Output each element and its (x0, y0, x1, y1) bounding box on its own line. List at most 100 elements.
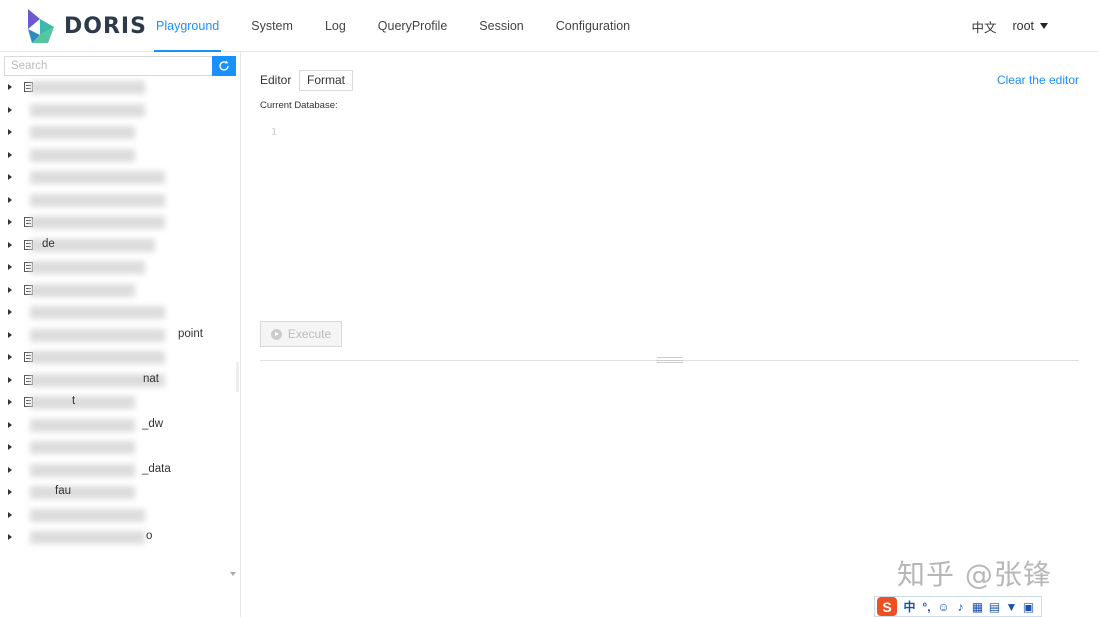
tree-item[interactable] (0, 346, 230, 369)
tree-item[interactable] (0, 76, 230, 99)
tree-item[interactable] (0, 189, 230, 212)
microphone-icon[interactable]: ♪ (952, 598, 969, 615)
caret-right-icon[interactable] (8, 511, 12, 518)
nav-queryprofile[interactable]: QueryProfile (362, 0, 463, 52)
tree-item[interactable] (0, 256, 230, 279)
caret-right-icon[interactable] (8, 309, 12, 316)
nav-playground[interactable]: Playground (140, 0, 235, 52)
caret-right-icon[interactable] (8, 534, 12, 541)
tree-item[interactable]: _dw (0, 414, 230, 437)
caret-right-icon[interactable] (8, 331, 12, 338)
scroll-down-icon[interactable] (230, 572, 236, 576)
refresh-button[interactable] (212, 56, 236, 76)
watermark: 知乎 @张锋 (897, 558, 1052, 591)
nav-configuration[interactable]: Configuration (540, 0, 646, 52)
tree-item[interactable] (0, 301, 230, 324)
redacted-name (30, 261, 145, 274)
caret-right-icon[interactable] (8, 219, 12, 226)
redacted-name (30, 418, 135, 432)
tree-item[interactable]: nat (0, 369, 230, 392)
caret-right-icon[interactable] (8, 264, 12, 271)
tree-item[interactable]: _data (0, 459, 230, 482)
top-right-controls: 中文 root (971, 0, 1048, 52)
doris-logo-icon (28, 9, 54, 43)
redacted-name (30, 193, 165, 207)
search-bar (4, 56, 236, 76)
tree-item-label: point (178, 327, 203, 340)
caret-right-icon[interactable] (8, 286, 12, 293)
nav-log[interactable]: Log (309, 0, 362, 52)
tree-item[interactable] (0, 279, 230, 302)
caret-right-icon[interactable] (8, 354, 12, 361)
tree-item[interactable] (0, 144, 230, 167)
punctuation-icon[interactable]: °, (918, 598, 935, 615)
search-input[interactable] (4, 56, 212, 76)
user-name: root (1012, 19, 1034, 33)
redacted-name (30, 306, 165, 319)
doris-logo[interactable]: DORIS (26, 7, 147, 45)
redacted-name (30, 351, 165, 364)
caret-right-icon[interactable] (8, 241, 12, 248)
caret-right-icon[interactable] (8, 129, 12, 136)
tree-item[interactable] (0, 211, 230, 234)
tree-item-label: fau (55, 485, 71, 497)
redacted-name (30, 126, 135, 139)
tree-item[interactable] (0, 166, 230, 189)
caret-right-icon[interactable] (8, 489, 12, 496)
caret-right-icon[interactable] (8, 444, 12, 451)
tree-item[interactable]: o (0, 526, 230, 549)
skin-icon[interactable]: ▼ (1003, 598, 1020, 615)
redacted-name (30, 171, 165, 184)
ime-logo[interactable]: S (877, 597, 897, 616)
language-switch[interactable]: 中文 (971, 17, 996, 36)
main-nav: Playground System Log QueryProfile Sessi… (140, 0, 646, 52)
redacted-name (30, 486, 135, 499)
redacted-name (30, 508, 145, 522)
tree-item[interactable]: point (0, 324, 230, 347)
redacted-name (30, 216, 165, 229)
caret-right-icon[interactable] (8, 151, 12, 158)
user-menu[interactable]: root (1012, 19, 1048, 33)
database-sidebar: de point nat t _dw _datafau o (0, 52, 241, 617)
redacted-name (30, 81, 145, 94)
toolbox-icon[interactable]: ▤ (986, 598, 1003, 615)
sql-editor[interactable] (281, 122, 1071, 312)
caret-right-icon[interactable] (8, 399, 12, 406)
panel-drag-handle[interactable] (657, 357, 683, 363)
grid-icon[interactable]: ▣ (1020, 598, 1037, 615)
caret-right-icon[interactable] (8, 466, 12, 473)
caret-right-icon[interactable] (8, 376, 12, 383)
redacted-name (30, 531, 145, 544)
caret-right-icon[interactable] (8, 196, 12, 203)
redacted-name (30, 328, 165, 342)
format-button[interactable]: Format (299, 70, 354, 91)
caret-right-icon[interactable] (8, 174, 12, 181)
nav-system[interactable]: System (235, 0, 309, 52)
clear-editor-link[interactable]: Clear the editor (997, 73, 1079, 87)
current-database-label: Current Database: (260, 100, 338, 111)
ime-lang-toggle[interactable]: 中 (901, 598, 918, 615)
tree-item[interactable] (0, 436, 230, 459)
top-navbar: DORIS Playground System Log QueryProfile… (0, 0, 1098, 52)
tree-item-label: o (146, 530, 153, 542)
caret-right-icon[interactable] (8, 84, 12, 91)
execute-button[interactable]: Execute (260, 321, 342, 347)
sidebar-resize-handle[interactable] (236, 362, 239, 392)
tree-item[interactable]: de (0, 234, 230, 257)
tree-item[interactable]: t (0, 391, 230, 414)
redacted-name (30, 396, 135, 409)
emoji-icon[interactable]: ☺ (935, 598, 952, 615)
caret-right-icon[interactable] (8, 106, 12, 113)
nav-session[interactable]: Session (463, 0, 539, 52)
redacted-name (30, 283, 135, 297)
tree-item[interactable] (0, 504, 230, 527)
tree-item[interactable] (0, 99, 230, 122)
execute-label: Execute (287, 327, 332, 341)
caret-right-icon[interactable] (8, 421, 12, 428)
editor-panel: Editor Format Clear the editor Current D… (241, 52, 1098, 617)
tree-item-label: _dw (142, 417, 164, 430)
play-icon (270, 328, 282, 340)
tree-item[interactable] (0, 121, 230, 144)
tree-item[interactable]: fau (0, 481, 230, 504)
keyboard-icon[interactable]: ▦ (969, 598, 986, 615)
